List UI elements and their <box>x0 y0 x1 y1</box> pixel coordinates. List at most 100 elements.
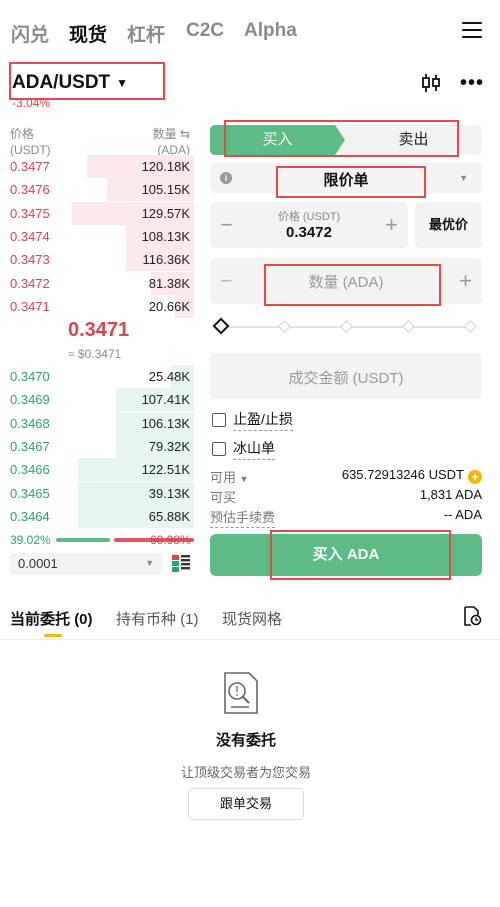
bid-row[interactable]: 0.3464 65.88K <box>0 504 194 528</box>
price-value: 0.3472 <box>286 224 332 241</box>
ask-row[interactable]: 0.3477 120.18K <box>0 155 194 178</box>
fee-value: -- ADA <box>443 507 482 522</box>
bid-price: 0.3469 <box>10 392 50 408</box>
empty-document-search-icon <box>224 672 258 714</box>
buy-ratio-bar <box>56 538 110 542</box>
ask-quantity: 129.57K <box>141 205 190 221</box>
caret-down-icon: ▼ <box>459 173 468 183</box>
tab-open-orders[interactable]: 当前委托 (0) <box>10 608 93 629</box>
candlestick-chart-icon[interactable] <box>421 72 441 94</box>
tab-c2c[interactable]: C2C <box>186 20 224 42</box>
more-icon[interactable]: ••• <box>460 72 484 95</box>
ask-price: 0.3472 <box>10 275 50 291</box>
ask-price: 0.3471 <box>10 298 50 314</box>
tab-swap[interactable]: 闪兑 <box>11 20 49 47</box>
ask-quantity: 120.18K <box>141 159 190 174</box>
ask-row[interactable]: 0.3473 116.36K <box>0 248 194 272</box>
tab-spot-grid[interactable]: 现货网格 <box>222 608 282 629</box>
ask-row[interactable]: 0.3474 108.13K <box>0 224 194 248</box>
available-row: 可用 ▼ 635.72913246 USDT + <box>210 467 482 485</box>
bid-row[interactable]: 0.3469 107.41K <box>0 388 194 412</box>
fee-label: 预估手续费 <box>210 507 276 528</box>
order-history-icon[interactable] <box>462 606 482 626</box>
bid-quantity: 65.88K <box>148 508 190 524</box>
tab-alpha[interactable]: Alpha <box>244 20 297 42</box>
buyable-value: 1,831 ADA <box>419 487 482 502</box>
caret-down-icon: ▼ <box>145 558 154 568</box>
sell-tab[interactable]: 卖出 <box>345 125 482 155</box>
iceberg-checkbox-row[interactable]: 冰山单 <box>212 438 275 460</box>
pair-name: ADA/USDT <box>12 72 111 93</box>
orderbook-price-header: 价格 (USDT) <box>10 127 51 157</box>
bid-row[interactable]: 0.3468 106.13K <box>0 411 194 435</box>
iceberg-label: 冰山单 <box>233 438 275 460</box>
ask-row[interactable]: 0.3476 105.15K <box>0 178 194 202</box>
menu-icon[interactable] <box>462 22 482 38</box>
last-price-usd: ≈ $0.3471 <box>68 347 122 361</box>
empty-state-subtitle: 让顶级交易者为您交易 <box>180 765 311 780</box>
bid-quantity: 39.13K <box>148 485 190 501</box>
slider-step-75[interactable] <box>402 320 415 333</box>
ask-quantity: 81.38K <box>148 275 190 291</box>
bid-row[interactable]: 0.3467 79.32K <box>0 434 194 458</box>
ask-quantity: 108.13K <box>141 228 190 244</box>
ask-price: 0.3474 <box>10 228 50 244</box>
pair-selector[interactable]: ADA/USDT ▼ <box>12 72 128 94</box>
best-price-button[interactable]: 最优价 <box>415 202 482 248</box>
slider-step-50[interactable] <box>340 320 353 333</box>
ask-price: 0.3473 <box>10 252 50 268</box>
price-input[interactable]: − 价格 (USDT) 0.3472 + <box>210 202 408 248</box>
increase-quantity-button[interactable]: + <box>459 268 472 294</box>
bid-quantity: 106.13K <box>141 415 190 431</box>
price-change: -3.04% <box>12 96 51 110</box>
ask-row[interactable]: 0.3471 20.66K <box>0 294 194 318</box>
increase-price-button[interactable]: + <box>385 212 398 238</box>
tab-margin[interactable]: 杠杆 <box>127 20 165 47</box>
bid-quantity: 107.41K <box>141 392 190 408</box>
tpsl-label: 止盈/止损 <box>233 409 293 431</box>
buy-ratio: 39.02% <box>10 533 51 547</box>
orders-tab-bar: 当前委托 (0) 持有币种 (1) 现货网格 <box>0 600 500 640</box>
tab-spot[interactable]: 现货 <box>69 20 107 47</box>
buy-sell-toggle: 买入 卖出 <box>210 125 482 155</box>
bid-row[interactable]: 0.3466 122.51K <box>0 458 194 482</box>
buyable-label: 可买 <box>210 490 237 505</box>
buyable-row: 可买 1,831 ADA <box>210 487 482 505</box>
total-input[interactable]: 成交金额 (USDT) <box>210 353 482 399</box>
quantity-input[interactable]: − 数量 (ADA) + <box>210 258 482 304</box>
quantity-placeholder: 数量 (ADA) <box>308 274 384 291</box>
caret-down-icon: ▼ <box>116 76 129 90</box>
slider-step-25[interactable] <box>278 320 291 333</box>
copy-trading-button[interactable]: 跟单交易 <box>188 788 304 820</box>
tab-holdings[interactable]: 持有币种 (1) <box>116 608 199 629</box>
fee-row: 预估手续费 -- ADA <box>210 507 482 528</box>
orderbook-layout-icon[interactable] <box>172 555 190 573</box>
available-label[interactable]: 可用 ▼ <box>210 467 249 486</box>
ask-price: 0.3476 <box>10 182 50 198</box>
ask-row[interactable]: 0.3475 129.57K <box>0 201 194 225</box>
bid-price: 0.3470 <box>10 369 50 384</box>
bid-row[interactable]: 0.3470 25.48K <box>0 365 194 388</box>
swap-icon: ⇆ <box>179 127 190 141</box>
tpsl-checkbox-row[interactable]: 止盈/止损 <box>212 409 293 431</box>
bid-price: 0.3468 <box>10 415 50 431</box>
buy-tab[interactable]: 买入 <box>210 125 345 155</box>
buy-ada-button[interactable]: 买入 ADA <box>210 534 482 576</box>
ask-quantity: 20.66K <box>148 298 190 314</box>
last-price: 0.3471 <box>68 319 130 341</box>
bid-price: 0.3467 <box>10 438 50 454</box>
ask-row[interactable]: 0.3472 81.38K <box>0 271 194 295</box>
bid-price: 0.3465 <box>10 485 50 501</box>
bid-price: 0.3464 <box>10 508 50 524</box>
deposit-plus-icon[interactable]: + <box>468 470 482 484</box>
ask-price: 0.3477 <box>10 159 50 174</box>
bid-row[interactable]: 0.3465 39.13K <box>0 481 194 505</box>
tpsl-checkbox[interactable] <box>212 413 226 427</box>
iceberg-checkbox[interactable] <box>212 442 226 456</box>
bid-quantity: 25.48K <box>148 369 190 384</box>
slider-step-100[interactable] <box>464 320 477 333</box>
order-type-select[interactable]: i 限价单 ▼ <box>210 163 482 193</box>
available-value: 635.72913246 USDT + <box>342 467 482 484</box>
precision-select[interactable]: 0.0001 ▼ <box>10 553 162 575</box>
slider-handle[interactable] <box>212 317 230 335</box>
